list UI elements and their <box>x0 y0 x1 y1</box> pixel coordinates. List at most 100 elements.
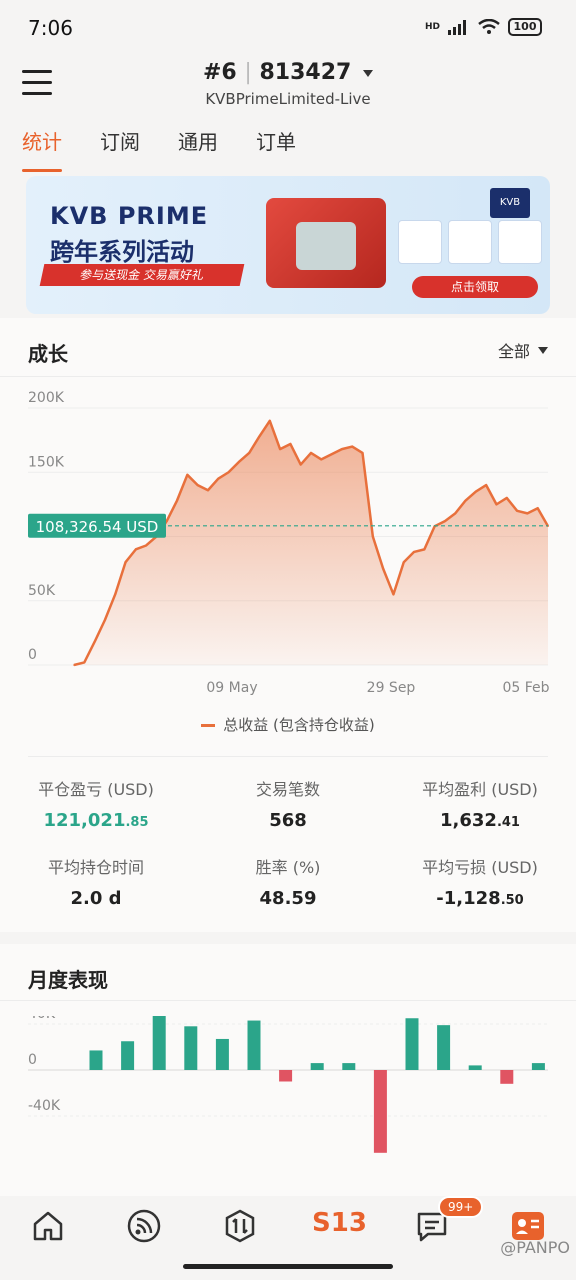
growth-point <box>248 452 250 454</box>
banner-ribbon: 参与送现金 交易赢好礼 <box>39 264 245 286</box>
growth-point <box>351 445 354 448</box>
growth-point <box>83 661 86 664</box>
growth-point <box>423 548 426 551</box>
promo-banner[interactable]: KVB PRIME 跨年系列活动 参与送现金 交易赢好礼 KVB 点击领取 <box>26 176 550 314</box>
growth-point <box>310 452 312 454</box>
stat-label: 平仓盈亏 (USD) <box>38 780 154 799</box>
month-bar <box>437 1025 451 1070</box>
notification-badge: 99+ <box>438 1196 484 1218</box>
growth-point <box>238 461 240 463</box>
growth-point <box>402 561 405 563</box>
stat-avg-profit: 平均盈利 (USD) 1,632.41 <box>384 776 576 831</box>
monthly-card: 月度表现 40K 0 -40K <box>0 944 576 1196</box>
clock: 7:06 <box>28 16 73 40</box>
header: #6 | 813427 KVBPrimeLimited-Live <box>0 56 576 120</box>
stat-value: -1,128.50 <box>436 888 524 909</box>
monthly-title: 月度表现 <box>28 968 108 992</box>
growth-point <box>196 484 199 486</box>
growth-point <box>73 664 75 666</box>
battery-icon: 100 <box>508 18 542 36</box>
y-tick-label: 0 <box>28 647 37 663</box>
x-tick-label: 29 Sep <box>367 680 416 696</box>
y-tick-label: 0 <box>28 1052 37 1068</box>
wifi-icon <box>478 19 500 34</box>
account-number: #6 <box>202 60 237 85</box>
growth-point <box>207 489 209 492</box>
tab-statistics[interactable]: 统计 <box>22 126 62 172</box>
growth-point <box>495 503 498 506</box>
server-name: KVBPrimeLimited-Live <box>205 90 371 108</box>
current-value-label: 108,326.54 USD <box>36 518 159 536</box>
growth-title: 成长 <box>28 342 68 366</box>
prize-card <box>498 220 542 264</box>
x-tick-label: 05 Feb <box>502 680 549 696</box>
y-tick-label: 200K <box>28 390 65 406</box>
legend-label: 总收益 (包含持仓收益) <box>223 716 375 734</box>
month-bar <box>405 1018 419 1070</box>
bottom-nav: S13 <box>0 1196 576 1258</box>
growth-point <box>536 507 539 510</box>
account-id: 813427 <box>259 60 352 85</box>
growth-point <box>114 593 117 596</box>
stat-label: 平均亏损 (USD) <box>422 858 538 877</box>
hd-signal-icon: HD <box>424 22 440 32</box>
y-tick-label: 40K <box>28 1016 56 1022</box>
banner-subtitle: 跨年系列活动 <box>50 238 194 266</box>
chart-legend: 总收益 (包含持仓收益) <box>0 714 576 735</box>
divider <box>28 756 548 757</box>
s13-logo-icon[interactable]: S13 <box>312 1208 367 1244</box>
y-tick-label: 50K <box>28 583 56 599</box>
growth-card: 成长 全部 200K150K100K50K0108,326.54 USD09 M… <box>0 318 576 932</box>
stat-win-rate: 胜率 (%) 48.59 <box>192 854 384 909</box>
range-filter[interactable]: 全部 <box>498 338 548 362</box>
stat-value: 568 <box>269 810 307 831</box>
growth-point <box>505 497 508 499</box>
tab-bar: 统计 订阅 通用 订单 <box>22 126 296 172</box>
home-icon[interactable] <box>30 1208 66 1244</box>
stat-avg-hold-time: 平均持仓时间 2.0 d <box>0 854 192 909</box>
chevron-down-icon <box>538 346 548 354</box>
y-tick-label: 150K <box>28 454 65 470</box>
stat-avg-loss: 平均亏损 (USD) -1,128.50 <box>384 854 576 909</box>
monthly-chart: 40K 0 -40K <box>28 1016 548 1153</box>
account-selector[interactable]: #6 | 813427 <box>0 60 576 85</box>
month-bar <box>310 1063 324 1070</box>
month-bar <box>279 1070 293 1082</box>
growth-point <box>186 474 189 476</box>
growth-point <box>454 512 457 515</box>
growth-point <box>330 453 333 456</box>
signal-icon <box>448 20 466 35</box>
growth-point <box>104 619 106 621</box>
growth-point <box>361 452 364 454</box>
home-indicator[interactable] <box>183 1264 393 1269</box>
growth-point <box>320 458 323 461</box>
stat-label: 交易笔数 <box>255 780 320 799</box>
stat-value: 48.59 <box>259 888 317 909</box>
stat-label: 平均持仓时间 <box>47 858 144 877</box>
prize-card <box>448 220 492 264</box>
signal-feed-icon[interactable] <box>126 1208 162 1244</box>
growth-point <box>382 567 384 570</box>
status-bar: 7:06 HD 100 <box>0 0 576 56</box>
divider <box>0 1000 576 1001</box>
kvb-logo: KVB <box>490 188 530 218</box>
tab-orders[interactable]: 订单 <box>256 126 296 172</box>
stat-value: 1,632.41 <box>440 810 520 831</box>
growth-point <box>526 512 529 515</box>
growth-point <box>464 499 467 502</box>
prize-card <box>398 220 442 264</box>
tab-subscriptions[interactable]: 订阅 <box>100 126 140 172</box>
tab-general[interactable]: 通用 <box>178 126 218 172</box>
stat-trade-count: 交易笔数 568 <box>192 776 384 831</box>
y-tick-label: -40K <box>28 1098 61 1114</box>
x-tick-label: 09 May <box>206 680 257 696</box>
month-bar <box>500 1070 514 1084</box>
phone-image <box>296 222 356 270</box>
month-bar <box>215 1038 229 1070</box>
trade-icon[interactable] <box>222 1208 258 1244</box>
growth-point <box>516 510 518 512</box>
watermark: @PANPO <box>500 1238 570 1257</box>
divider <box>0 376 576 377</box>
growth-point <box>279 448 281 450</box>
claim-button[interactable]: 点击领取 <box>412 276 538 298</box>
